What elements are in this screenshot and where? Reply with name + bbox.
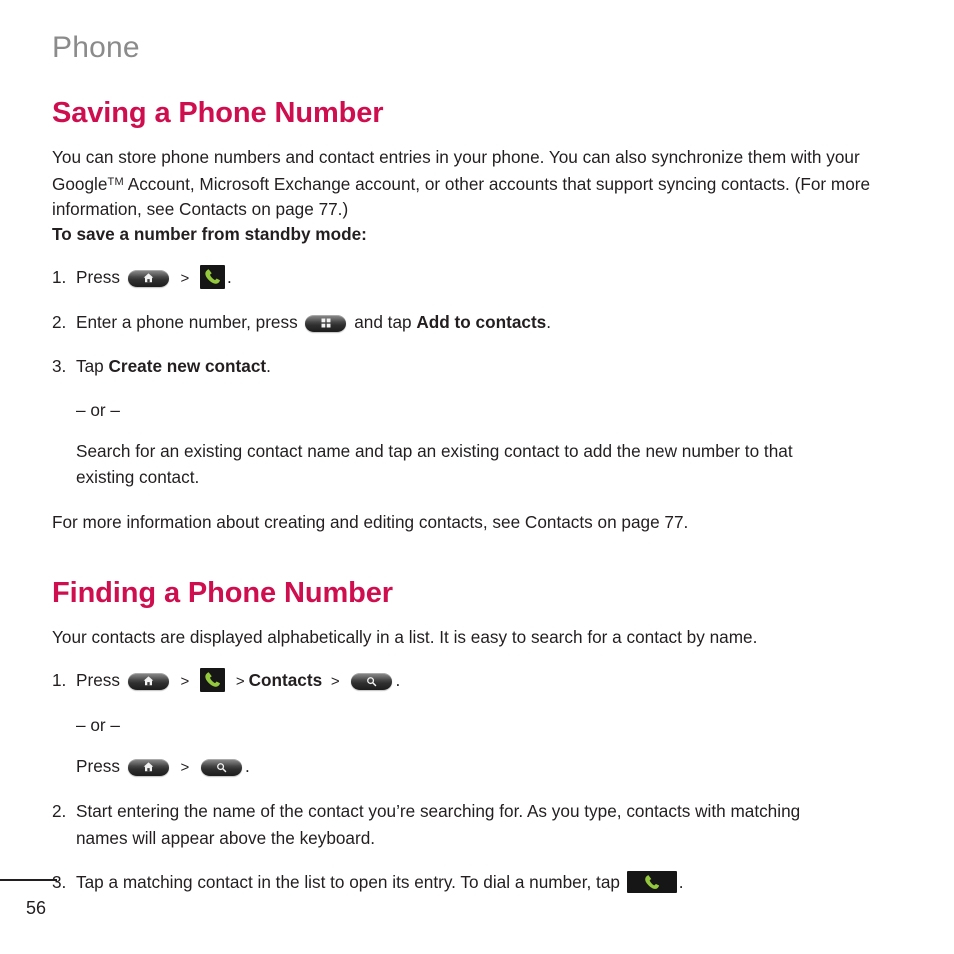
ui-label-add-to-contacts: Add to contacts xyxy=(416,311,547,332)
phone-dialer-icon xyxy=(200,667,226,692)
intro-line-1: You can store phone numbers and contact … xyxy=(52,146,860,167)
step-trailing-text: . xyxy=(266,355,271,376)
press-trailing-text: . xyxy=(245,755,250,776)
search-key-icon xyxy=(351,672,393,690)
running-header: Phone xyxy=(52,31,140,64)
handset-glyph xyxy=(200,668,225,692)
menu-key-icon xyxy=(305,314,347,332)
manual-page: Phone Saving a Phone Number You can stor… xyxy=(0,0,954,954)
chevron-separator: > xyxy=(235,672,245,690)
step-text: Enter a phone number, press xyxy=(76,311,298,332)
step-item: 3. Tap Create new contact. xyxy=(52,353,908,380)
step-number: 1. xyxy=(52,669,67,690)
step-number: 2. xyxy=(52,311,67,332)
or-divider: – or – xyxy=(76,714,120,735)
handset-glyph xyxy=(200,265,225,289)
step-trailing-text: . xyxy=(546,311,552,332)
home-glyph xyxy=(128,673,169,690)
chevron-separator: > xyxy=(180,672,190,690)
or-divider: – or – xyxy=(76,399,120,420)
chevron-separator: > xyxy=(180,269,190,287)
step-item: 1. Press > xyxy=(52,264,908,292)
alt-line-1: Search for an existing contact name and … xyxy=(76,440,793,461)
ui-label-contacts: Contacts xyxy=(248,669,323,690)
magnifier-glyph xyxy=(351,673,392,690)
footer-rule xyxy=(0,879,57,881)
press-text: Press xyxy=(76,755,120,776)
trademark-superscript: TM xyxy=(107,175,124,188)
page-content: Saving a Phone Number You can store phon… xyxy=(52,96,908,896)
magnifier-glyph xyxy=(201,759,242,776)
page-number: 56 xyxy=(26,898,47,918)
intro-google-word: Google xyxy=(52,173,108,194)
step-trailing-text: . xyxy=(678,871,684,892)
subhead-to-save-a-number: To save a number from standby mode: xyxy=(52,223,367,244)
step-number: 3. xyxy=(52,871,67,892)
step-text: Press xyxy=(76,266,120,287)
step-trailing-text: . xyxy=(395,669,401,690)
step-item: 2. Enter a phone number, press and tap A… xyxy=(52,309,908,336)
handset-glyph xyxy=(627,871,677,893)
intro-line-2: Account, Microsoft Exchange account, or … xyxy=(123,173,871,194)
home-glyph xyxy=(128,270,169,287)
intro-line-3: information, see Contacts on page 77.) xyxy=(52,198,349,219)
step-body: Enter a phone number, press and tap Add … xyxy=(76,309,908,336)
chevron-separator: > xyxy=(330,672,340,690)
home-glyph xyxy=(128,759,169,776)
closing-paragraph-saving: For more information about creating and … xyxy=(52,511,689,532)
step-body: Press > xyxy=(76,667,908,695)
alternative-instruction: Search for an existing contact name and … xyxy=(52,438,908,490)
home-key-icon xyxy=(127,758,169,776)
home-key-icon xyxy=(127,269,169,287)
step-number: 3. xyxy=(52,355,67,376)
step-item: 3. Tap a matching contact in the list to… xyxy=(52,869,908,896)
steps-list-finding: 1. Press > > Contacts > . xyxy=(52,667,908,695)
menu-grid-glyph xyxy=(305,315,346,332)
phone-dialer-icon xyxy=(200,264,226,289)
step-text-mid: and tap xyxy=(354,311,412,332)
step-text: Tap a matching contact in the list to op… xyxy=(76,871,620,892)
section-title-finding-a-phone-number: Finding a Phone Number xyxy=(52,576,393,609)
steps-list-finding-continued: 2. Start entering the name of the contac… xyxy=(52,798,908,896)
step-body: Start entering the name of the contact y… xyxy=(76,798,908,852)
step-body: Press > xyxy=(76,264,908,292)
press-instruction-line: Press > . xyxy=(52,753,908,781)
section-title-saving-a-phone-number: Saving a Phone Number xyxy=(52,97,384,129)
steps-list-saving: 1. Press > . 2. Enter a phone number, pr… xyxy=(52,264,908,380)
step-text: Press xyxy=(76,669,120,690)
intro-paragraph-saving: You can store phone numbers and contact … xyxy=(52,145,908,222)
step-body: Tap Create new contact. xyxy=(76,353,908,380)
step-trailing-text: . xyxy=(227,266,232,287)
step-item: 1. Press > xyxy=(52,667,908,695)
search-key-icon xyxy=(201,758,243,776)
step-body: Tap a matching contact in the list to op… xyxy=(76,869,908,896)
phone-dial-wide-icon xyxy=(626,870,677,893)
step-number: 1. xyxy=(52,266,67,287)
step-text: Tap xyxy=(76,355,104,376)
step-text-line-2: names will appear above the keyboard. xyxy=(76,827,376,848)
step-item: 2. Start entering the name of the contac… xyxy=(52,798,908,852)
alt-line-2: existing contact. xyxy=(76,466,200,487)
step-number: 2. xyxy=(52,800,67,821)
intro-paragraph-finding: Your contacts are displayed alphabetical… xyxy=(52,626,758,647)
chevron-separator: > xyxy=(180,758,190,776)
step-text-line-1: Start entering the name of the contact y… xyxy=(76,800,801,821)
home-key-icon xyxy=(127,672,169,690)
ui-label-create-new-contact: Create new contact xyxy=(108,355,267,376)
